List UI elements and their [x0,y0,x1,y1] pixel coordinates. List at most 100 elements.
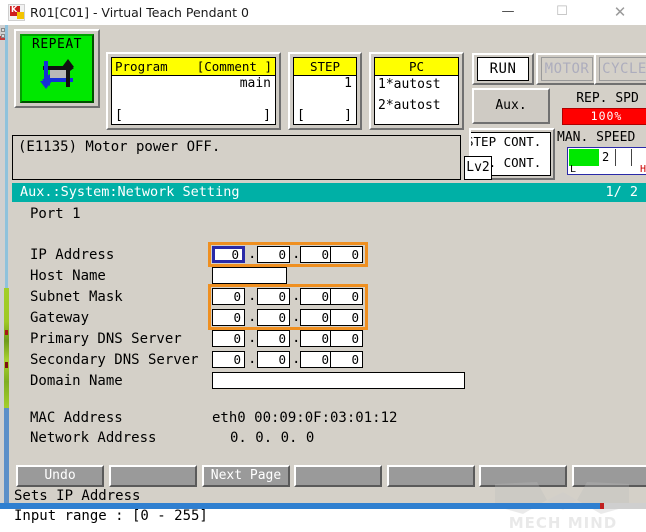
function-key-2[interactable] [109,465,197,487]
primary-dns-octet-4[interactable]: 0 [330,330,363,347]
secondary-dns-dot-1: . [248,351,257,367]
status-line-2: Input range : [0 - 255] [14,508,208,524]
port-label: Port 1 [30,206,81,222]
step-header: STEP [294,58,356,76]
mode-repeat-label: REPEAT [32,37,82,52]
step-cont-label: STEP CONT. [469,134,542,149]
aux-button[interactable]: Aux. [472,88,550,124]
step-header-label: STEP [309,59,341,74]
subnet-mask-dot-2: . [292,288,301,304]
host-name-input[interactable] [212,267,287,284]
label-mac-address: MAC Address [30,410,123,426]
background-red-dot-2 [5,362,8,368]
pendant-body: REPEAT Program [Comment ] main [] STEP … [9,25,646,532]
gateway-octet-1[interactable]: 0 [212,309,245,326]
status-lamp-cycle-label: CYCLE [599,57,646,81]
maximize-button[interactable]: ☐ [539,0,585,24]
program-bracket-left: [ [115,108,123,123]
minimize-button[interactable]: — [485,0,531,24]
function-key-4[interactable] [294,465,382,487]
message-box: (E1135) Motor power OFF. [12,135,461,180]
step-bracket-right: ] [344,108,352,123]
gateway-octet-4[interactable]: 0 [330,309,363,326]
step-bracket-left: [ [297,108,305,123]
function-key-3[interactable]: Next Page [202,465,290,487]
watermark-text: MECH MIND [508,514,618,532]
gateway-octet-2[interactable]: 0 [257,309,290,326]
status-line-1: Sets IP Address [14,488,141,504]
man-speed-value: 2 [602,150,610,164]
gateway-dot-1: . [248,309,257,325]
window-title-bar: K R01[C01] - Virtual Teach Pendant 0 — ☐… [0,0,646,26]
man-speed-label: MAN. SPEED [557,130,636,145]
label-ip-address: IP Address [30,247,115,263]
primary-dns-dot-1: . [248,330,257,346]
man-speed-low-label: L [570,164,577,175]
ip-address-octet-2[interactable]: 0 [257,246,290,263]
network-address-value: 0. 0. 0. 0 [230,430,315,446]
pc-line-1: 1*autost [378,77,441,92]
cycle-arrows-icon [40,59,74,89]
ip-address-octet-4[interactable]: 0 [330,246,363,263]
program-header-left: Program [115,59,168,74]
page-indicator: 1/ 2 [605,184,638,200]
status-lamp-motor-label: MOTOR [541,57,593,81]
function-key-1[interactable]: Undo [16,465,104,487]
step-panel[interactable]: STEP 1 [ ] [288,52,362,130]
label-domain-name: Domain Name [30,373,123,389]
mac-address-value: eth0 00:09:0F:03:01:12 [212,410,398,426]
primary-dns-octet-2[interactable]: 0 [257,330,290,347]
taskbar-blue-band [0,503,600,509]
mode-repeat-button[interactable]: REPEAT [14,29,100,108]
pc-panel[interactable]: PC 1*autost 2*autost [369,52,464,130]
man-speed-high-label: H [639,164,646,175]
subnet-mask-octet-1[interactable]: 0 [212,288,245,305]
secondary-dns-octet-3[interactable]: 0 [300,351,333,368]
mode-repeat-indicator: REPEAT [20,34,94,103]
pc-header: PC [375,58,458,76]
label-gateway: Gateway [30,310,90,326]
man-speed-gauge[interactable]: 2 L H [567,147,646,175]
gateway-dot-2: . [292,309,301,325]
step-value: 1 [344,76,352,91]
background-square-2 [1,34,5,38]
status-lamp-run-label: RUN [477,57,529,81]
secondary-dns-octet-2[interactable]: 0 [257,351,290,368]
background-square-1 [1,28,5,32]
primary-dns-octet-1[interactable]: 0 [212,330,245,347]
error-message: (E1135) Motor power OFF. [18,139,221,155]
secondary-dns-octet-1[interactable]: 0 [212,351,245,368]
ip-address-octet-1[interactable]: 0 [212,246,245,263]
status-lamp-motor[interactable]: MOTOR [536,53,598,85]
rep-speed-label: REP. SPD [576,91,639,106]
virtual-teach-pendant-window: K R01[C01] - Virtual Teach Pendant 0 — ☐… [0,0,646,532]
step-brackets: [ ] [294,108,356,123]
program-panel[interactable]: Program [Comment ] main [ ] [106,52,281,130]
subnet-mask-octet-3[interactable]: 0 [300,288,333,305]
primary-dns-octet-3[interactable]: 0 [300,330,333,347]
pc-line-2: 2*autost [378,98,441,113]
domain-name-input[interactable] [212,372,465,389]
mech-mind-logo-icon [495,482,629,514]
program-header: Program [Comment ] [112,58,275,76]
secondary-dns-octet-4[interactable]: 0 [330,351,363,368]
gateway-octet-3[interactable]: 0 [300,309,333,326]
status-lamp-cycle[interactable]: CYCLE [594,53,646,85]
program-name-value: main [239,76,271,91]
primary-dns-dot-2: . [292,330,301,346]
message-level-badge[interactable]: Lv2 [464,156,492,180]
ip-address-dot-1: . [248,246,257,262]
window-title: R01[C01] - Virtual Teach Pendant 0 [30,5,249,20]
label-network-address: Network Address [30,430,157,446]
network-setting-form: Port 1 IP Address Host Name Subnet Mask … [12,202,646,461]
program-header-right: [Comment ] [196,59,272,74]
close-button[interactable]: ✕ [597,0,643,24]
subnet-mask-octet-2[interactable]: 0 [257,288,290,305]
label-primary-dns-server: Primary DNS Server [30,331,182,347]
ip-address-octet-3[interactable]: 0 [300,246,333,263]
status-lamp-run[interactable]: RUN [472,53,534,85]
screen-title-bar: Aux.:System:Network Setting 1/ 2 [12,183,646,202]
subnet-mask-octet-4[interactable]: 0 [330,288,363,305]
label-host-name: Host Name [30,268,106,284]
function-key-5[interactable] [387,465,475,487]
